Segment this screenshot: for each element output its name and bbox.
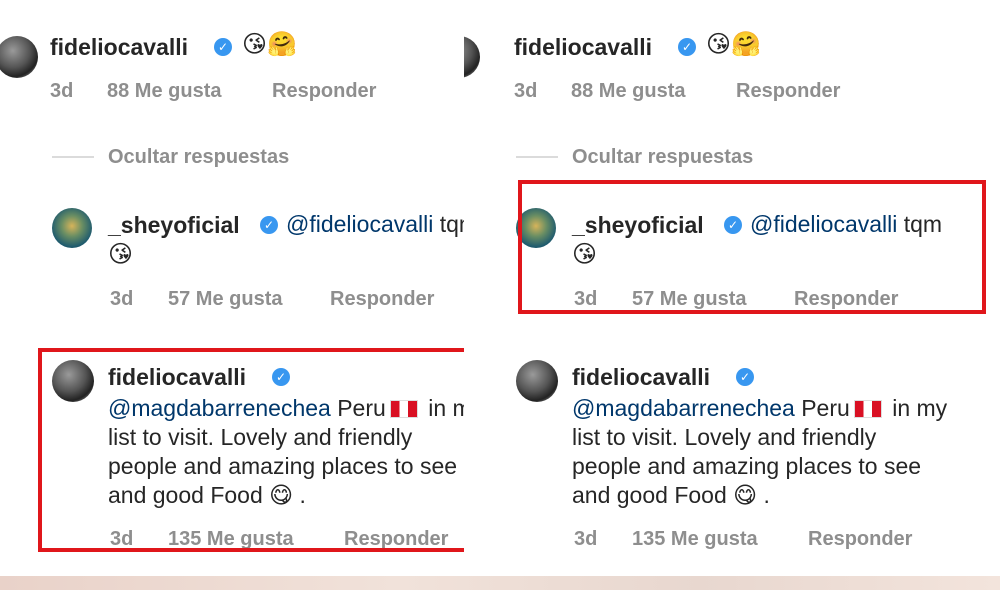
peru-flag-icon [853, 400, 882, 418]
comment-line: and good Food 😋 . [572, 481, 770, 510]
avatar[interactable] [516, 360, 558, 402]
right-screenshot: fideliocavalli ✓ 😘🤗 3d 88 Me gusta Respo… [464, 0, 1000, 578]
like-count[interactable]: 88 Me gusta [107, 80, 221, 103]
highlight-box [518, 180, 986, 314]
username[interactable]: fideliocavalli [514, 34, 652, 61]
username[interactable]: fideliocavalli [50, 34, 188, 61]
verified-badge-icon: ✓ [678, 38, 696, 56]
comment-body: and good Food [572, 482, 727, 508]
emoji: 😘🤗 [706, 30, 761, 58]
comment-body: Peru [794, 395, 850, 421]
comment-line: people and amazing places to see [572, 453, 922, 479]
verified-badge-icon: ✓ [260, 216, 278, 234]
comment-time: 3d [574, 528, 598, 550]
mention-link[interactable]: @magdabarrenechea [572, 395, 795, 421]
comment-time: 3d [514, 80, 538, 102]
reply-button[interactable]: Responder [736, 80, 840, 103]
comment-line: @magdabarrenechea Peru in my [572, 394, 947, 423]
username[interactable]: _sheyoficial [108, 212, 240, 239]
divider [516, 156, 558, 158]
reply-button[interactable]: Responder [808, 528, 912, 551]
verified-badge-icon: ✓ [736, 368, 754, 386]
like-count[interactable]: 88 Me gusta [571, 80, 685, 103]
comment-body: in my [885, 395, 948, 421]
emoji: 😘 [108, 240, 134, 268]
comment-line: list to visit. Lovely and friendly [572, 424, 877, 450]
avatar[interactable] [0, 36, 38, 78]
like-count[interactable]: 57 Me gusta [168, 288, 282, 311]
highlight-box [38, 348, 500, 552]
hide-replies-button[interactable]: Ocultar respuestas [572, 146, 753, 169]
avatar[interactable] [52, 208, 92, 248]
reply-button[interactable]: Responder [272, 80, 376, 103]
like-count[interactable]: 135 Me gusta [632, 528, 758, 551]
background-strip [0, 576, 1000, 590]
verified-badge-icon: ✓ [214, 38, 232, 56]
emoji: 😘🤗 [242, 30, 297, 58]
divider [52, 156, 94, 158]
reply-button[interactable]: Responder [330, 288, 434, 311]
emoji: 😋 . [726, 482, 770, 508]
mention-link[interactable]: @fideliocavalli [286, 211, 433, 237]
left-screenshot: fideliocavalli ✓ 😘🤗 3d 88 Me gusta Respo… [0, 0, 500, 578]
comment-text: @fideliocavalli tqm [286, 210, 478, 239]
avatar[interactable] [464, 36, 480, 78]
comment-time: 3d [110, 288, 134, 310]
comment-time: 3d [50, 80, 74, 102]
username[interactable]: fideliocavalli [572, 364, 710, 391]
hide-replies-button[interactable]: Ocultar respuestas [108, 146, 289, 169]
